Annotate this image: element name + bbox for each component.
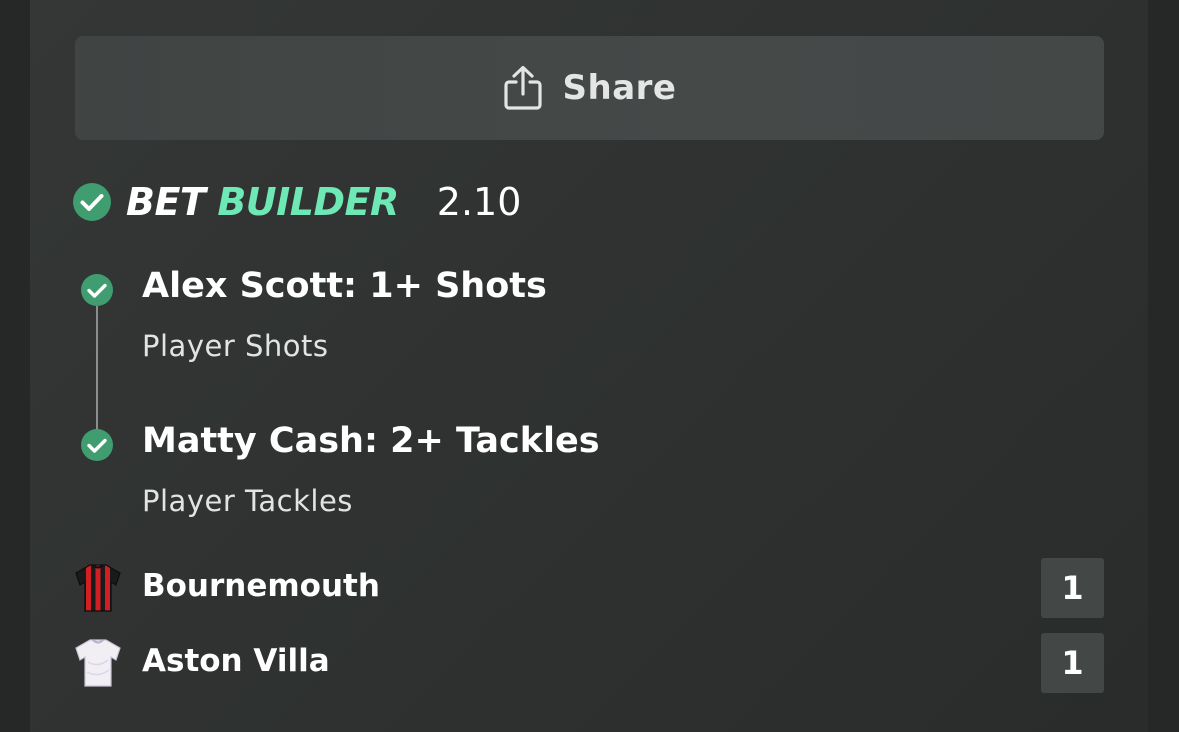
share-icon [503, 65, 542, 110]
aston-villa-kit-icon [75, 639, 121, 687]
bet-odds: 2.10 [436, 180, 522, 224]
leg-market: Player Shots [142, 329, 329, 363]
score-box: 1 [1041, 558, 1104, 618]
leg-connector-line [96, 300, 98, 430]
leg-market: Player Tackles [142, 484, 353, 518]
bet-builder-word-builder: BUILDER [217, 180, 399, 224]
team-name: Bournemouth [142, 568, 380, 604]
bet-builder-word-bet: BET [126, 180, 206, 224]
team-name: Aston Villa [142, 643, 330, 679]
bet-builder-header: BET BUILDER 2.10 [72, 178, 521, 226]
leg-title: Alex Scott: 1+ Shots [142, 266, 547, 306]
share-button[interactable]: Share [75, 36, 1104, 140]
bet-card: Share BET BUILDER 2.10 Alex Scott: 1+ Sh… [30, 0, 1148, 732]
team-row-away: Aston Villa 1 [74, 633, 1104, 693]
check-circle-icon [73, 183, 111, 221]
share-label: Share [562, 68, 677, 108]
score-box: 1 [1041, 633, 1104, 693]
check-circle-icon [81, 429, 113, 461]
leg-title: Matty Cash: 2+ Tackles [142, 421, 600, 461]
bournemouth-kit-icon [75, 564, 121, 612]
check-circle-icon [81, 274, 113, 306]
team-row-home: Bournemouth 1 [74, 558, 1104, 618]
